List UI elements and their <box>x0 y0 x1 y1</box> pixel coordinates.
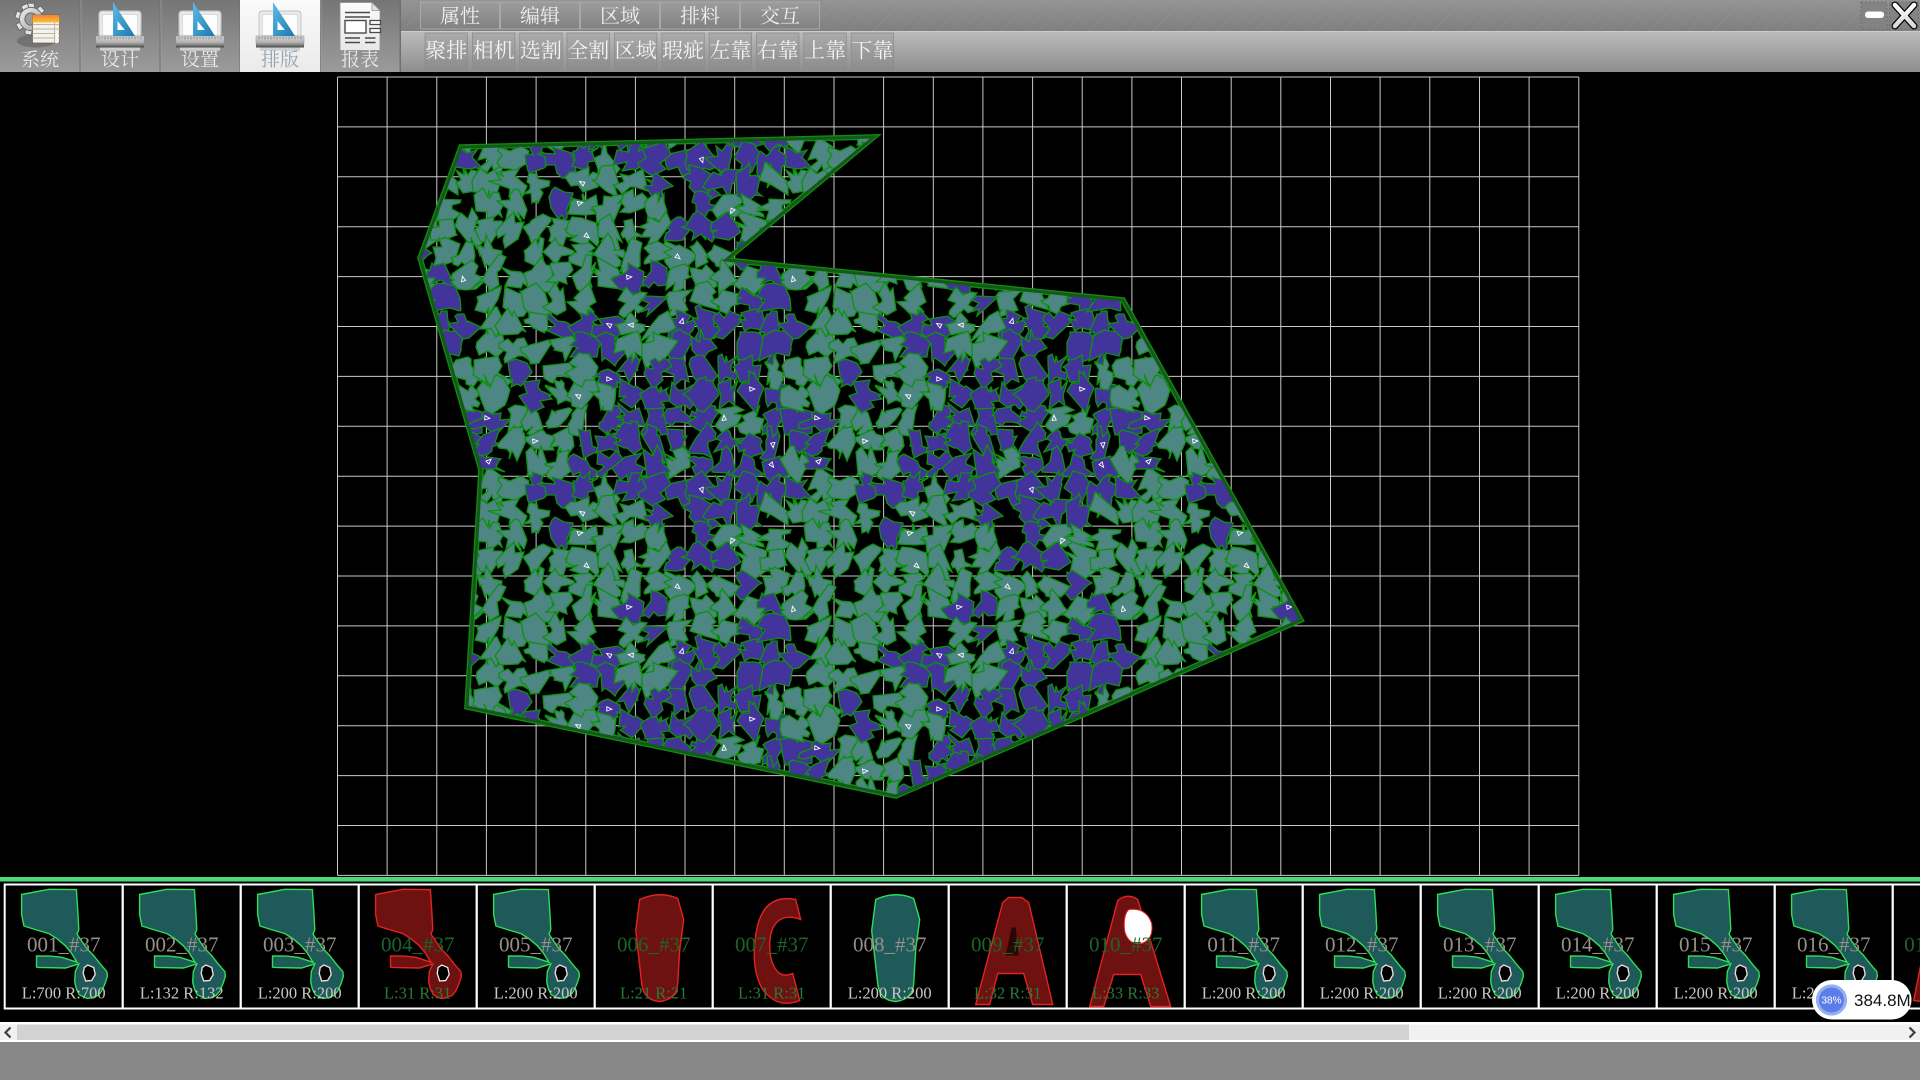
svg-text:L:31 R:31: L:31 R:31 <box>738 984 805 1003</box>
svg-text:38%: 38% <box>1821 996 1841 1007</box>
svg-text:L:132 R:132: L:132 R:132 <box>140 984 224 1003</box>
svg-text:L:200 R:200: L:200 R:200 <box>1202 984 1286 1003</box>
svg-text:004_#37: 004_#37 <box>381 933 455 957</box>
svg-text:015_#37: 015_#37 <box>1679 933 1753 957</box>
svg-text:011_#37: 011_#37 <box>1207 933 1280 957</box>
svg-text:010_#37: 010_#37 <box>1089 933 1163 957</box>
svg-text:L:700 R:700: L:700 R:700 <box>22 984 106 1003</box>
svg-text:L:32 R:31: L:32 R:31 <box>974 984 1041 1003</box>
svg-text:L:200 R:200: L:200 R:200 <box>1320 984 1404 1003</box>
svg-text:005_#37: 005_#37 <box>499 933 573 957</box>
svg-text:008_#37: 008_#37 <box>853 933 927 957</box>
svg-text:009_#37: 009_#37 <box>971 933 1045 957</box>
svg-text:L:33 R:33: L:33 R:33 <box>1092 984 1159 1003</box>
svg-text:012_#37: 012_#37 <box>1325 933 1399 957</box>
svg-text:384.8M: 384.8M <box>1854 991 1911 1010</box>
svg-text:L:200 R:200: L:200 R:200 <box>1556 984 1640 1003</box>
svg-text:013_#37: 013_#37 <box>1443 933 1517 957</box>
svg-text:L:200 R:200: L:200 R:200 <box>494 984 578 1003</box>
svg-text:L:200 R:200: L:200 R:200 <box>258 984 342 1003</box>
svg-text:L:200 R:200: L:200 R:200 <box>848 984 932 1003</box>
svg-text:007_#37: 007_#37 <box>735 933 809 957</box>
svg-text:016_#37: 016_#37 <box>1797 933 1871 957</box>
svg-text:003_#37: 003_#37 <box>263 933 337 957</box>
svg-text:002_#37: 002_#37 <box>145 933 219 957</box>
svg-text:L:31 R:31: L:31 R:31 <box>384 984 451 1003</box>
svg-text:L:200 R:200: L:200 R:200 <box>1674 984 1758 1003</box>
svg-text:L:200 R:200: L:200 R:200 <box>1438 984 1522 1003</box>
svg-text:01: 01 <box>1904 933 1920 957</box>
svg-text:001_#37: 001_#37 <box>27 933 101 957</box>
svg-text:L:21 R:21: L:21 R:21 <box>620 984 687 1003</box>
svg-text:006_#37: 006_#37 <box>617 933 691 957</box>
svg-text:014_#37: 014_#37 <box>1561 933 1635 957</box>
